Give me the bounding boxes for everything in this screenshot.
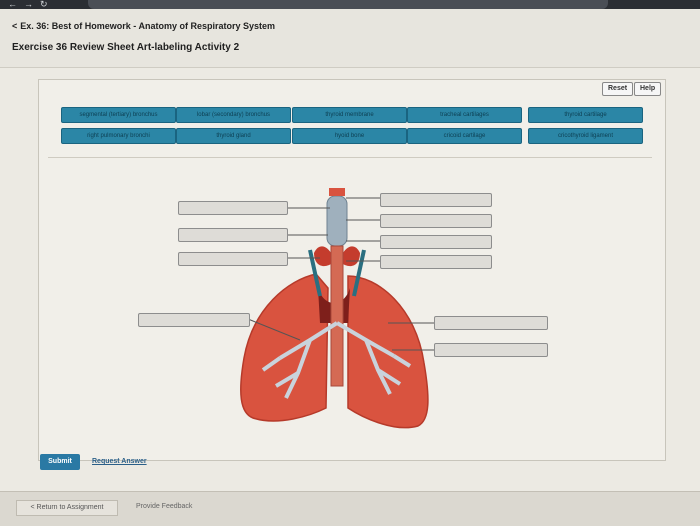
label-chip[interactable]: tracheal cartilages xyxy=(407,107,522,123)
drop-target[interactable] xyxy=(380,255,492,269)
label-chip[interactable]: hyoid bone xyxy=(292,128,407,144)
larynx xyxy=(326,195,348,247)
reset-button[interactable]: Reset xyxy=(602,82,634,96)
drop-target[interactable] xyxy=(380,235,492,249)
label-chip[interactable]: cricoid cartilage xyxy=(407,128,522,144)
request-answer-link[interactable]: Request Answer xyxy=(92,458,147,465)
label-chip[interactable]: thyroid membrane xyxy=(292,107,407,123)
forward-icon[interactable]: → xyxy=(24,0,33,9)
drop-target[interactable] xyxy=(178,201,288,215)
drop-target[interactable] xyxy=(380,193,492,207)
hyoid xyxy=(329,188,345,196)
label-chip[interactable]: right pulmonary bronchi xyxy=(61,128,176,144)
reload-icon[interactable]: ↻ xyxy=(40,0,48,9)
left-lung xyxy=(240,273,329,422)
help-button[interactable]: Help xyxy=(634,82,662,96)
app-screen: < Ex. 36: Best of Homework - Anatomy of R… xyxy=(0,9,700,526)
drop-target[interactable] xyxy=(178,252,288,266)
drop-target[interactable] xyxy=(380,214,492,228)
drop-target[interactable] xyxy=(178,228,288,242)
label-chip[interactable]: thyroid gland xyxy=(176,128,291,144)
page-title: Exercise 36 Review Sheet Art-labeling Ac… xyxy=(12,42,240,53)
label-chip[interactable]: thyroid cartilage xyxy=(528,107,643,123)
breadcrumb[interactable]: < Ex. 36: Best of Homework - Anatomy of R… xyxy=(12,21,275,31)
respiratory-illustration xyxy=(240,188,434,429)
label-chip[interactable]: lobar (secondary) bronchus xyxy=(176,107,291,123)
url-bar[interactable] xyxy=(88,0,608,9)
footer-bar: < Return to Assignment Provide Feedback xyxy=(0,491,700,526)
back-icon[interactable]: ← xyxy=(8,0,17,9)
label-chip[interactable]: segmental (tertiary) bronchus xyxy=(61,107,176,123)
label-chip[interactable]: cricothyroid ligament xyxy=(528,128,643,144)
drop-target[interactable] xyxy=(434,316,548,330)
chevron-left-icon: < xyxy=(12,21,18,31)
diagram-area xyxy=(48,157,652,453)
top-header: < Ex. 36: Best of Homework - Anatomy of R… xyxy=(0,9,700,68)
provide-feedback-link[interactable]: Provide Feedback xyxy=(136,503,192,510)
breadcrumb-label: Ex. 36: Best of Homework - Anatomy of Re… xyxy=(20,21,275,31)
drop-target[interactable] xyxy=(434,343,548,357)
trachea xyxy=(330,245,344,387)
submit-button[interactable]: Submit xyxy=(40,454,80,470)
return-to-assignment-button[interactable]: < Return to Assignment xyxy=(16,500,118,516)
browser-bar: ← → ↻ xyxy=(0,0,700,9)
label-bank: segmental (tertiary) bronchus lobar (sec… xyxy=(48,103,652,157)
drop-target[interactable] xyxy=(138,313,250,327)
